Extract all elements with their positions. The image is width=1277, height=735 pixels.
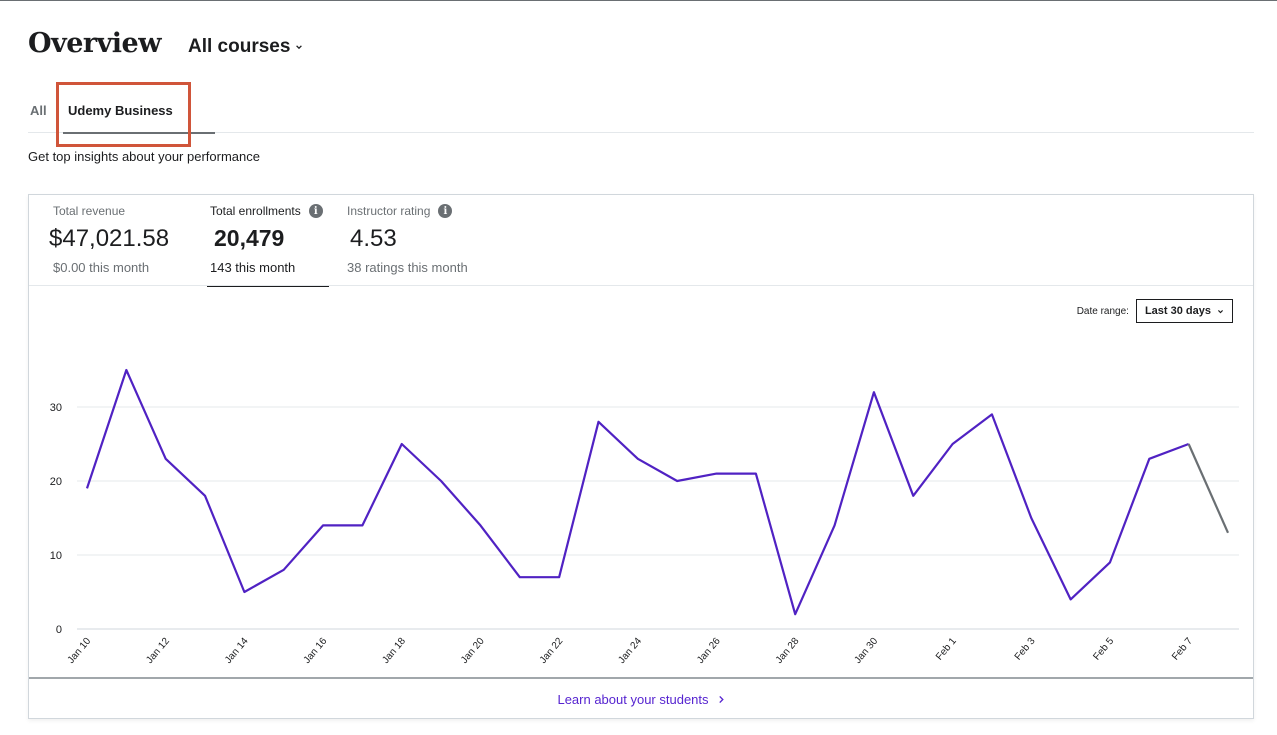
data-point [519,576,521,578]
top-divider [0,0,1277,1]
x-tick-label: Jan 16 [302,636,330,666]
metric-subtext: 143 this month [210,260,296,275]
metric-value: 4.53 [350,225,397,252]
data-point [833,524,835,526]
data-point [204,495,206,497]
data-point [401,443,403,445]
data-point [597,421,599,423]
data-point [558,576,560,578]
data-point [322,524,324,526]
info-icon[interactable]: i [308,204,323,218]
data-point [479,524,481,526]
y-tick-label: 10 [50,550,62,562]
x-tick-label: Feb 7 [1170,636,1195,663]
page-subtitle: Get top insights about your performance [28,149,260,164]
learn-link-label: Learn about your students [557,691,709,707]
page-title: Overview [28,28,161,59]
data-point [794,613,796,615]
data-point [912,495,914,497]
data-point [1148,458,1150,460]
data-point [1227,532,1229,534]
x-tick-label: Feb 1 [934,636,959,663]
metrics-row: Total revenue $47,021.58 $0.00 this mont… [29,195,1253,287]
series-line-partial [1187,443,1230,534]
data-point [243,591,245,593]
tab-bar: All Udemy Business [28,96,1254,134]
course-selector-label: All courses [187,36,291,57]
page-header: Overview All courses [28,28,303,59]
data-point [1030,517,1032,519]
metric-instructor-rating[interactable]: Instructor rating i 4.53 38 ratings this… [346,195,506,286]
x-tick-label: Feb 3 [1013,636,1038,663]
x-tick-label: Jan 28 [774,636,802,666]
metric-label-row: Instructor rating i [347,204,453,218]
course-selector-dropdown[interactable]: All courses [188,36,303,58]
metric-value: 20,479 [214,225,285,251]
x-tick-label: Jan 24 [616,636,644,666]
x-tick-label: Jan 20 [459,636,487,666]
metric-total-revenue[interactable]: Total revenue $47,021.58 $0.00 this mont… [49,195,209,286]
y-tick-label: 30 [50,402,62,414]
x-tick-label: Jan 26 [695,636,723,666]
x-tick-label: Jan 12 [144,636,172,666]
card-footer: Learn about your students [29,677,1253,719]
data-point [361,524,363,526]
info-icon[interactable]: i [438,204,453,218]
data-point [125,369,127,371]
metric-subtext: $0.00 this month [53,260,150,275]
learn-about-students-link[interactable]: Learn about your students [557,692,724,707]
x-tick-label: Jan 22 [538,636,566,666]
data-point [755,472,757,474]
data-point [86,487,88,489]
metric-label: Total enrollments [210,204,301,218]
data-point [951,443,953,445]
data-point [1069,598,1071,600]
performance-card: Total revenue $47,021.58 $0.00 this mont… [28,194,1254,719]
metric-label-row: Total enrollments i [210,204,323,218]
x-tick-label: Feb 5 [1091,636,1116,663]
chevron-right-icon [718,695,724,703]
metric-subtext: 38 ratings this month [347,260,468,275]
tab-udemy-business[interactable]: Udemy Business [63,96,215,134]
y-tick-label: 0 [56,624,62,636]
x-tick-label: Jan 14 [223,636,251,666]
metric-label: Instructor rating [347,204,431,218]
data-point [1109,561,1111,563]
x-tick-label: Jan 10 [66,636,94,666]
chevron-down-icon [296,45,303,50]
x-tick-label: Jan 18 [380,636,408,666]
data-point [283,569,285,571]
data-point [676,480,678,482]
data-point [637,458,639,460]
y-tick-label: 20 [50,476,62,488]
data-point [164,458,166,460]
x-tick-label: Jan 30 [852,636,880,666]
data-point [715,472,717,474]
data-point [1187,443,1189,445]
data-point [991,413,993,415]
metric-label: Total revenue [53,204,126,218]
metric-total-enrollments[interactable]: Total enrollments i 20,479 143 this mont… [207,195,329,287]
data-point [873,391,875,393]
enrollments-line-chart: 0 10 20 30 Jan 10 Jan 12 Jan 14 Jan 16 Jan 18 Jan… [50,368,1239,666]
data-point [440,480,442,482]
metric-value: $47,021.58 [49,225,170,252]
tab-all[interactable]: All [30,96,47,133]
